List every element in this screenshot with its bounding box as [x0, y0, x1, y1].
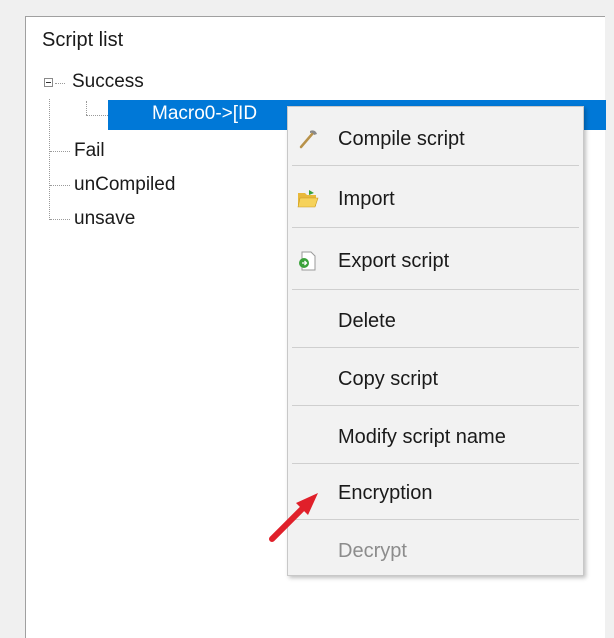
menu-item-encryption[interactable]: Encryption [288, 469, 583, 517]
tree-guide-line [50, 219, 70, 220]
menu-separator [292, 463, 579, 464]
menu-separator [292, 289, 579, 290]
menu-item-label: Import [338, 187, 395, 210]
menu-item-label: Compile script [338, 127, 465, 150]
menu-item-modify-script-name[interactable]: Modify script name [288, 413, 583, 461]
collapse-toggle[interactable] [44, 78, 53, 87]
menu-item-label: Decrypt [338, 539, 407, 562]
tree-guide-line [55, 83, 65, 84]
menu-separator [292, 519, 579, 520]
tree-guide-line [86, 115, 108, 116]
menu-separator [292, 405, 579, 406]
menu-item-export-script[interactable]: Export script [288, 237, 583, 285]
menu-separator [292, 227, 579, 228]
menu-item-copy-script[interactable]: Copy script [288, 355, 583, 403]
compile-icon [296, 127, 320, 151]
menu-item-label: Delete [338, 309, 396, 332]
context-menu: Compile script Import Export script Dele… [287, 106, 584, 576]
menu-separator [292, 165, 579, 166]
menu-item-decrypt: Decrypt [288, 527, 583, 575]
annotation-arrow-icon [269, 493, 318, 542]
menu-item-compile-script[interactable]: Compile script [288, 115, 583, 163]
menu-item-delete[interactable]: Delete [288, 297, 583, 345]
menu-item-label: Modify script name [338, 425, 506, 448]
tree-node-fail[interactable]: Fail [74, 139, 105, 163]
tree-node-unsave[interactable]: unsave [74, 207, 135, 231]
tree-node-macro0[interactable]: Macro0->[ID [152, 103, 257, 125]
menu-item-label: Export script [338, 249, 450, 272]
menu-separator [292, 347, 579, 348]
tree-guide-line [49, 99, 50, 220]
menu-item-label: Copy script [338, 367, 439, 390]
tree-guide-line [86, 101, 87, 115]
menu-item-import[interactable]: Import [288, 175, 583, 223]
folder-open-icon [296, 187, 320, 211]
tree-guide-line [50, 185, 70, 186]
tree-node-success[interactable]: Success [72, 70, 144, 94]
tree-guide-line [50, 151, 70, 152]
export-icon [296, 249, 320, 273]
tree-node-uncompiled[interactable]: unCompiled [74, 173, 175, 197]
menu-item-label: Encryption [338, 481, 433, 504]
